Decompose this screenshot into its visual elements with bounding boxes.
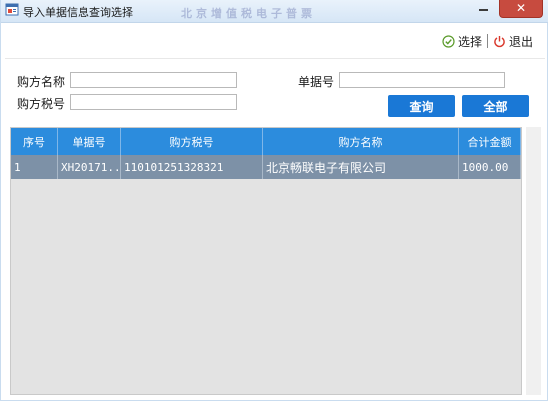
title-bar: 导入单据信息查询选择 北京增值税电子普票 ✕ [1, 0, 548, 23]
query-dialog: 导入单据信息查询选择 北京增值税电子普票 ✕ 选择 退出 购方名称 购方税号 单… [0, 0, 548, 401]
buyer-name-input[interactable] [70, 72, 237, 88]
window-title: 导入单据信息查询选择 [23, 6, 133, 19]
column-header-total[interactable]: 合计金额 [459, 128, 521, 155]
app-icon [5, 3, 19, 16]
buyer-name-label: 购方名称 [17, 75, 66, 89]
column-header-buyer-name[interactable]: 购方名称 [263, 128, 459, 155]
toolbar-separator [5, 58, 545, 59]
buyer-tax-input[interactable] [70, 94, 237, 110]
query-button[interactable]: 查询 [388, 95, 455, 117]
doc-no-input[interactable] [339, 72, 505, 88]
toolbar-divider [487, 34, 488, 48]
close-icon: ✕ [515, 1, 527, 15]
select-label: 选择 [458, 34, 483, 49]
buyer-tax-label: 购方税号 [17, 97, 66, 111]
check-circle-icon [442, 34, 455, 48]
doc-no-label: 单据号 [298, 75, 335, 89]
cell-buyer-tax: 110101251328321 [121, 155, 263, 179]
cell-buyer-name: 北京畅联电子有限公司 [263, 155, 459, 179]
table-header: 序号 单据号 购方税号 购方名称 合计金额 [11, 128, 521, 155]
power-icon [494, 35, 505, 47]
column-header-index[interactable]: 序号 [11, 128, 58, 155]
cell-total: 1000.00 [459, 155, 521, 179]
all-button[interactable]: 全部 [462, 95, 529, 117]
close-button[interactable]: ✕ [499, 0, 543, 18]
minimize-icon [479, 9, 488, 11]
cell-index: 1 [11, 155, 58, 179]
column-header-buyer-tax[interactable]: 购方税号 [121, 128, 263, 155]
minimize-button[interactable] [468, 0, 498, 18]
vertical-scrollbar[interactable] [526, 127, 541, 395]
table-row[interactable]: 1 XH20171... 110101251328321 北京畅联电子有限公司 … [11, 155, 521, 179]
watermark-text: 北京增值税电子普票 [181, 7, 316, 19]
results-table: 序号 单据号 购方税号 购方名称 合计金额 1 XH20171... 11010… [10, 127, 522, 395]
exit-button[interactable]: 退出 [493, 33, 533, 49]
column-header-doc-no[interactable]: 单据号 [58, 128, 121, 155]
cell-doc-no: XH20171... [58, 155, 121, 179]
exit-label: 退出 [509, 34, 534, 49]
select-button[interactable]: 选择 [442, 33, 482, 49]
